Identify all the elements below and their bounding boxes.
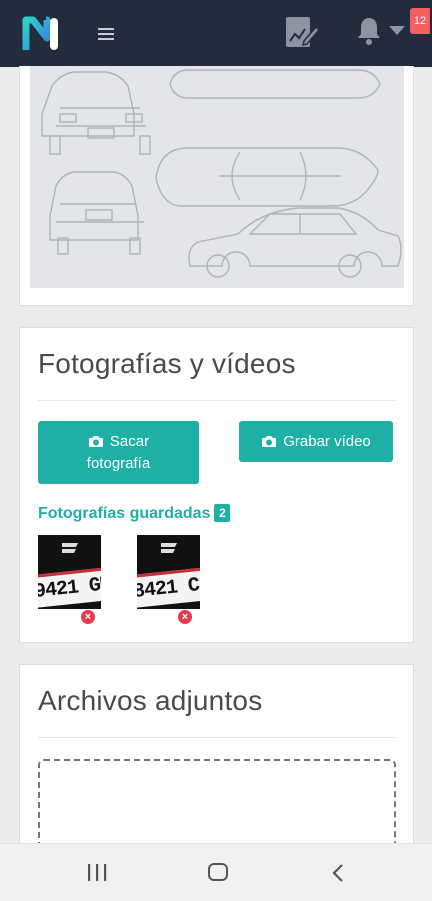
photos-section-title: Fotografías y vídeos: [38, 348, 296, 379]
take-photo-label-line2: fotografía: [86, 455, 151, 472]
saved-photos-label: Fotografías guardadas: [38, 505, 211, 522]
plate-text: 9421 GM: [38, 572, 101, 604]
license-plate: 8421 C: [137, 566, 200, 609]
camera-icon: [262, 436, 277, 447]
system-navigation-bar: [0, 843, 432, 901]
remove-photo-icon[interactable]: ×: [178, 610, 192, 624]
plate-text: 8421 C: [137, 574, 200, 604]
section-divider: [38, 400, 395, 401]
home-icon[interactable]: [208, 863, 228, 881]
photo-thumbnail[interactable]: 9421 GM: [38, 535, 101, 609]
car-brand-logo-icon: [161, 543, 177, 553]
saved-photos-count-badge: 2: [214, 504, 231, 522]
car-brand-logo-icon: [62, 543, 78, 553]
back-icon[interactable]: [331, 863, 345, 883]
saved-photos-heading: Fotografías guardadas 2: [38, 504, 231, 523]
top-bar: 12: [0, 0, 432, 67]
camera-icon: [88, 436, 103, 447]
vehicle-diagram-card: [19, 66, 414, 306]
take-photo-button[interactable]: Sacar fotografía: [38, 421, 199, 484]
vehicle-damage-diagram[interactable]: [30, 66, 404, 288]
take-photo-label-line1: Sacar: [109, 433, 150, 450]
record-video-button[interactable]: Grabar vídeo: [239, 421, 393, 462]
remove-photo-icon[interactable]: ×: [81, 610, 95, 624]
notification-badge[interactable]: 12: [410, 8, 430, 34]
record-video-label: Grabar vídeo: [283, 433, 371, 450]
chevron-down-icon[interactable]: [389, 26, 405, 35]
bell-icon[interactable]: [354, 16, 384, 46]
section-divider: [38, 737, 395, 738]
photos-videos-card: Fotografías y vídeos Sacar fotografía Gr…: [19, 327, 414, 643]
menu-icon[interactable]: [98, 28, 114, 42]
brand-logo[interactable]: [22, 14, 62, 54]
attachments-section-title: Archivos adjuntos: [38, 685, 263, 716]
license-plate: 9421 GM: [38, 566, 101, 609]
edit-document-icon[interactable]: [284, 15, 320, 49]
recent-apps-icon[interactable]: [87, 864, 107, 881]
attachments-card: Archivos adjuntos: [19, 664, 414, 869]
photo-thumbnail[interactable]: 8421 C: [137, 535, 200, 609]
